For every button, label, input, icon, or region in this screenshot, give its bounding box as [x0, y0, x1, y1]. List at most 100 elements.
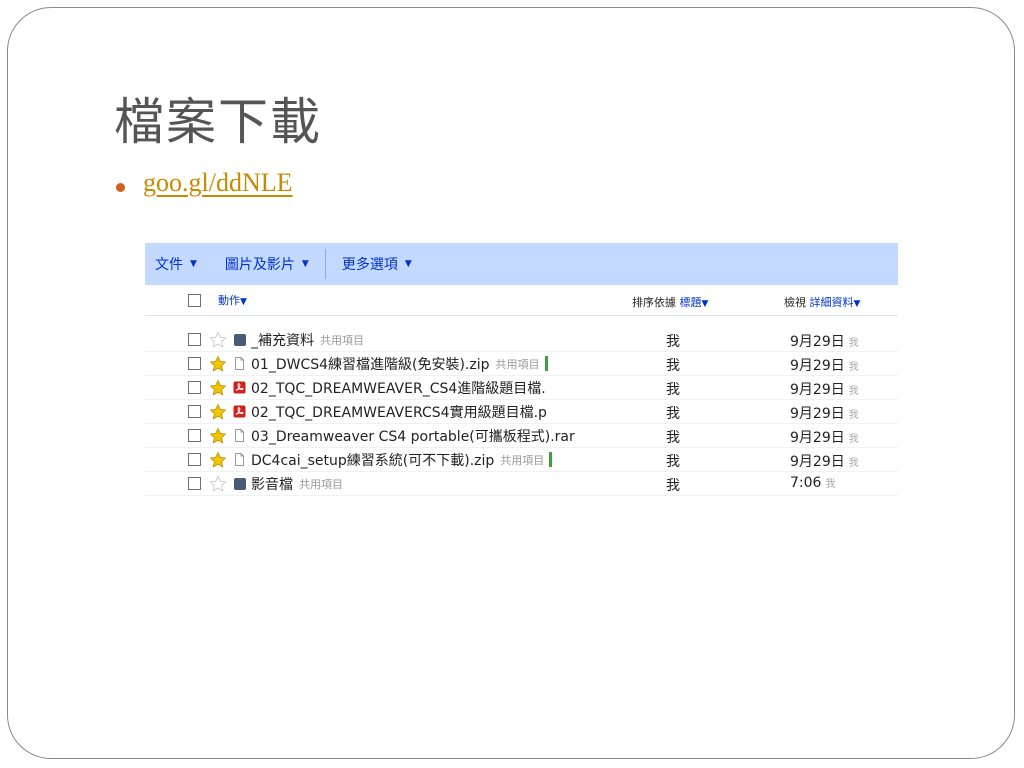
file-icon: [233, 357, 246, 370]
docs-file-list: 文件 ▼ 圖片及影片 ▼ 更多選項 ▼ 動作▼ 排序依據 標題▼ 檢視 詳細資料…: [145, 243, 898, 553]
owner-cell: 我: [666, 430, 680, 446]
caret-down-icon: ▼: [190, 259, 197, 269]
file-icon: [233, 429, 246, 442]
modified-date-cell: 9月29日我: [790, 355, 859, 375]
file-row[interactable]: 影音檔 共用項目我 7:06 我: [145, 472, 898, 496]
shared-label: 共用項目: [500, 453, 545, 467]
owner-cell: 我: [666, 454, 680, 470]
modified-date: 9月29日: [790, 382, 845, 398]
modified-date: 7:06: [790, 475, 822, 491]
file-name[interactable]: 01_DWCS4練習檔進階級(免安裝).zip: [251, 354, 490, 374]
file-row[interactable]: DC4cai_setup練習系統(可不下載).zip 共用項目我 9月29日我: [145, 448, 898, 472]
caret-down-icon: ▼: [240, 297, 247, 307]
file-name[interactable]: 03_Dreamweaver CS4 portable(可攜板程式).rar: [251, 426, 575, 446]
caret-down-icon: ▼: [404, 259, 412, 269]
modified-date-cell: 9月29日我: [790, 403, 859, 423]
pdf-icon: [233, 405, 246, 418]
caret-down-icon: ▼: [301, 259, 309, 269]
slide-title: 檔案下載: [114, 94, 322, 150]
file-row[interactable]: 02_TQC_DREAMWEAVER_CS4進階級題目檔. 我 9月29日我: [145, 376, 898, 400]
view-prefix: 檢視: [784, 296, 806, 309]
modified-date-cell: 7:06 我: [790, 475, 835, 491]
modified-date: 9月29日: [790, 334, 845, 350]
modified-date-cell: 9月29日我: [790, 379, 859, 399]
modified-date-cell: 9月29日我: [790, 451, 859, 471]
modified-date-cell: 9月29日我: [790, 331, 859, 351]
modified-date-cell: 9月29日我: [790, 427, 859, 447]
actions-menu-label: 動作: [218, 294, 240, 307]
shared-label: 共用項目: [320, 333, 364, 347]
modified-by: 我: [848, 410, 859, 421]
caret-down-icon: ▼: [853, 299, 861, 309]
file-row[interactable]: 02_TQC_DREAMWEAVERCS4實用級題目檔.p 我 9月29日我: [145, 400, 898, 424]
modified-by: 我: [848, 386, 859, 397]
shared-label: 共用項目: [299, 477, 343, 491]
owner-cell: 我: [666, 382, 680, 398]
row-checkbox[interactable]: [188, 357, 201, 370]
file-row[interactable]: 03_Dreamweaver CS4 portable(可攜板程式).rar 我 9…: [145, 424, 898, 448]
menu-images-videos-label: 圖片及影片: [224, 257, 295, 273]
modified-by: 我: [848, 434, 859, 445]
modified-by: 我: [848, 338, 859, 349]
row-checkbox[interactable]: [188, 333, 201, 346]
modified-date: 9月29日: [790, 358, 845, 374]
select-all-checkbox[interactable]: [188, 293, 201, 307]
modified-by: 我: [848, 458, 859, 469]
sort-value: 標題: [679, 296, 702, 309]
row-checkbox[interactable]: [188, 477, 201, 490]
bullet-icon: [116, 183, 125, 192]
folder-icon: [234, 333, 246, 346]
share-indicator: [544, 356, 548, 371]
folder-icon: [234, 477, 246, 490]
file-rows: _補充資料 共用項目我 9月29日我 01_DWCS4練習檔進階級(免安裝).zip 共…: [145, 328, 898, 496]
star-empty-icon[interactable]: [209, 330, 227, 349]
row-checkbox[interactable]: [188, 405, 201, 418]
modified-date: 9月29日: [790, 454, 845, 470]
caret-down-icon: ▼: [701, 299, 709, 309]
owner-cell: 我: [666, 478, 680, 494]
share-indicator: [549, 452, 553, 467]
pdf-icon: [233, 381, 246, 394]
owner-cell: 我: [666, 406, 680, 422]
star-filled-icon[interactable]: [209, 427, 227, 445]
modified-by: 我: [825, 479, 836, 490]
file-name[interactable]: DC4cai_setup練習系統(可不下載).zip: [251, 450, 494, 470]
view-value: 詳細資料: [809, 296, 854, 309]
star-filled-icon[interactable]: [209, 379, 227, 397]
modified-by: 我: [848, 362, 859, 373]
menu-divider: [324, 249, 326, 279]
star-empty-icon[interactable]: [209, 474, 227, 493]
action-bar: 動作▼ 排序依據 標題▼ 檢視 詳細資料▼: [145, 285, 898, 316]
menu-documents-label: 文件: [155, 257, 183, 273]
row-checkbox[interactable]: [188, 381, 201, 394]
file-name[interactable]: 02_TQC_DREAMWEAVER_CS4進階級題目檔.: [251, 378, 546, 398]
sort-prefix: 排序依據: [632, 296, 676, 309]
star-filled-icon[interactable]: [209, 403, 227, 421]
docs-menubar: 文件 ▼ 圖片及影片 ▼ 更多選項 ▼: [145, 243, 898, 285]
menu-documents[interactable]: 文件 ▼: [145, 254, 197, 274]
row-checkbox[interactable]: [188, 453, 201, 466]
sort-by-title-link[interactable]: 標題▼: [680, 296, 709, 309]
actions-menu[interactable]: 動作▼: [218, 292, 247, 308]
file-name[interactable]: _補充資料: [251, 330, 314, 350]
star-filled-icon[interactable]: [209, 355, 227, 373]
star-filled-icon[interactable]: [209, 451, 227, 469]
row-checkbox[interactable]: [188, 429, 201, 442]
file-row[interactable]: _補充資料 共用項目我 9月29日我: [145, 328, 898, 352]
sort-control: 排序依據 標題▼: [632, 294, 708, 310]
shared-label: 共用項目: [495, 357, 540, 371]
owner-cell: 我: [666, 358, 680, 374]
view-details-link[interactable]: 詳細資料▼: [810, 296, 861, 309]
file-row[interactable]: 01_DWCS4練習檔進階級(免安裝).zip 共用項目我 9月29日我: [145, 352, 898, 376]
menu-images-videos[interactable]: 圖片及影片 ▼: [213, 254, 309, 274]
modified-date: 9月29日: [790, 406, 845, 422]
modified-date: 9月29日: [790, 430, 845, 446]
download-link[interactable]: goo.gl/ddNLE: [143, 168, 293, 198]
file-icon: [233, 453, 246, 466]
menu-more-options[interactable]: 更多選項 ▼: [330, 254, 412, 274]
owner-cell: 我: [666, 334, 680, 350]
file-name[interactable]: 02_TQC_DREAMWEAVERCS4實用級題目檔.p: [251, 402, 547, 422]
view-control: 檢視 詳細資料▼: [784, 294, 860, 310]
file-name[interactable]: 影音檔: [251, 474, 293, 494]
menu-more-options-label: 更多選項: [341, 257, 398, 273]
